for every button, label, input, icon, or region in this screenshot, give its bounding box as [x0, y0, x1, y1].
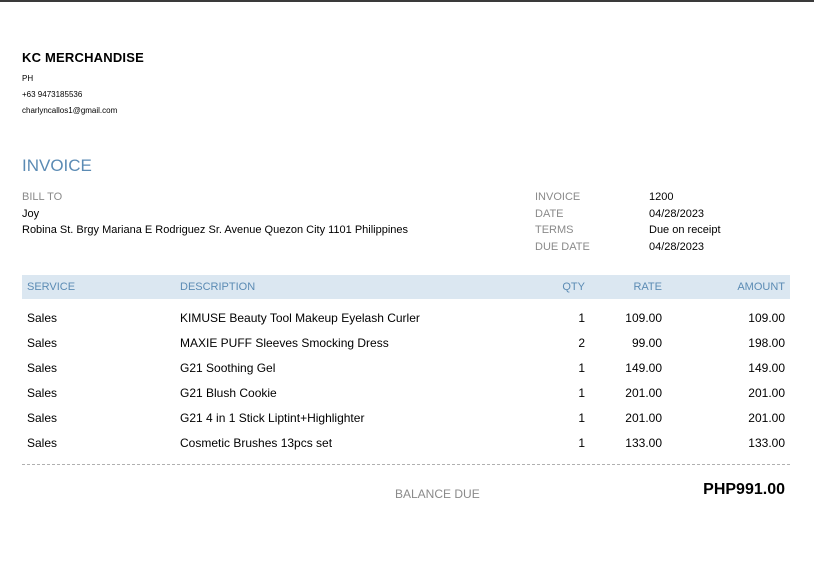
cell-rate: 109.00 [625, 311, 662, 325]
invoice-title: INVOICE [22, 156, 92, 175]
meta-value: Due on receipt [649, 224, 721, 236]
cell-amount: 109.00 [748, 311, 785, 325]
cell-amount: 198.00 [748, 336, 785, 350]
cell-description: KIMUSE Beauty Tool Makeup Eyelash Curler [180, 311, 420, 325]
meta-label: TERMS [535, 224, 574, 236]
divider [22, 464, 790, 465]
balance-due-label: BALANCE DUE [395, 487, 480, 501]
cell-description: MAXIE PUFF Sleeves Smocking Dress [180, 336, 389, 350]
cell-amount: 201.00 [748, 411, 785, 425]
company-country: PH [22, 74, 34, 83]
cell-qty: 1 [578, 311, 585, 325]
company-info: KC MERCHANDISE PH +63 9473185536 charlyn… [22, 50, 144, 119]
bill-to-address: Robina St. Brgy Mariana E Rodriguez Sr. … [22, 224, 409, 236]
header-qty: QTY [562, 281, 585, 293]
invoice-meta: INVOICE 1200 DATE 04/28/2023 TERMS Due o… [535, 189, 721, 255]
cell-description: G21 4 in 1 Stick Liptint+Highlighter [180, 411, 365, 425]
table-header: SERVICE DESCRIPTION QTY RATE AMOUNT [22, 275, 790, 299]
company-name: KC MERCHANDISE [22, 50, 144, 65]
cell-description: G21 Soothing Gel [180, 361, 276, 375]
cell-qty: 1 [578, 436, 585, 450]
meta-label: DUE DATE [535, 240, 590, 253]
cell-qty: 2 [578, 336, 585, 350]
meta-row-invoice: INVOICE 1200 [535, 189, 721, 206]
table-row: Sales G21 Blush Cookie 1 201.00 201.00 [22, 381, 790, 406]
table-row: Sales G21 Soothing Gel 1 149.00 149.00 [22, 356, 790, 381]
table-row: Sales KIMUSE Beauty Tool Makeup Eyelash … [22, 306, 790, 331]
cell-service: Sales [27, 311, 58, 325]
meta-label: DATE [535, 207, 564, 220]
cell-amount: 201.00 [748, 386, 785, 400]
cell-rate: 201.00 [625, 411, 662, 425]
cell-rate: 201.00 [625, 386, 662, 400]
cell-qty: 1 [578, 361, 585, 375]
header-rate: RATE [633, 281, 662, 293]
bill-to-name: Joy [22, 207, 40, 220]
cell-description: G21 Blush Cookie [180, 386, 277, 400]
cell-rate: 133.00 [625, 436, 662, 450]
cell-rate: 149.00 [625, 361, 662, 375]
table-row: Sales MAXIE PUFF Sleeves Smocking Dress … [22, 331, 790, 356]
meta-row-date: DATE 04/28/2023 [535, 206, 721, 223]
header-service: SERVICE [27, 281, 76, 293]
cell-description: Cosmetic Brushes 13pcs set [180, 436, 333, 450]
cell-service: Sales [27, 386, 58, 400]
cell-amount: 133.00 [748, 436, 785, 450]
bill-to-block: BILL TO Joy Robina St. Brgy Mariana E Ro… [22, 189, 408, 239]
cell-qty: 1 [578, 386, 585, 400]
cell-service: Sales [27, 411, 58, 425]
meta-row-terms: TERMS Due on receipt [535, 222, 721, 239]
cell-service: Sales [27, 336, 58, 350]
header-amount: AMOUNT [737, 281, 785, 293]
bill-to-label: BILL TO [22, 191, 63, 203]
table-row: Sales G21 4 in 1 Stick Liptint+Highlight… [22, 406, 790, 431]
cell-rate: 99.00 [631, 336, 662, 350]
meta-value: 1200 [649, 191, 674, 203]
company-phone: +63 9473185536 [22, 90, 83, 99]
cell-service: Sales [27, 436, 58, 450]
balance-due-value: PHP991.00 [703, 481, 785, 498]
line-items: Sales KIMUSE Beauty Tool Makeup Eyelash … [22, 306, 790, 456]
cell-amount: 149.00 [748, 361, 785, 375]
table-row: Sales Cosmetic Brushes 13pcs set 1 133.0… [22, 431, 790, 456]
cell-service: Sales [27, 361, 58, 375]
meta-row-due-date: DUE DATE 04/28/2023 [535, 239, 721, 256]
top-border [0, 0, 814, 2]
company-email: charlyncallos1@gmail.com [22, 106, 118, 115]
cell-qty: 1 [578, 411, 585, 425]
header-description: DESCRIPTION [180, 281, 256, 293]
meta-label: INVOICE [535, 191, 581, 203]
meta-value: 04/28/2023 [649, 240, 705, 253]
meta-value: 04/28/2023 [649, 207, 705, 220]
